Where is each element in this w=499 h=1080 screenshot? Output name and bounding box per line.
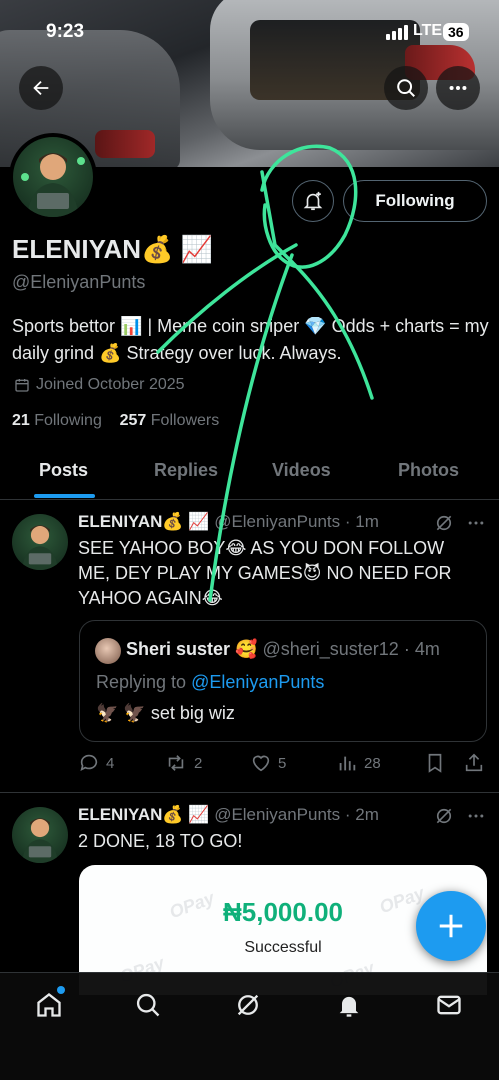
nav-grok[interactable] xyxy=(232,989,264,1021)
arrow-left-icon xyxy=(33,80,49,96)
quote-replying-prefix: Replying to xyxy=(96,672,187,692)
post-text: SEE YAHOO BOY😂 AS YOU DON FOLLOW ME, DEY… xyxy=(78,538,452,608)
mail-icon xyxy=(437,995,461,1015)
notify-button[interactable] xyxy=(292,180,334,222)
reply-count: 4 xyxy=(106,754,115,772)
post-header: ELENIYAN💰 📈 @EleniyanPunts · 1m xyxy=(78,512,379,532)
following-count-link[interactable]: 21 Following xyxy=(12,412,102,429)
home-icon xyxy=(37,993,61,1017)
follow-counts: 21 Following 257 Followers xyxy=(12,412,219,430)
banner-tail-light-left xyxy=(95,130,155,158)
like-count: 5 xyxy=(278,754,287,772)
active-tab-indicator xyxy=(34,494,95,498)
post-divider xyxy=(0,792,499,793)
profile-avatar[interactable] xyxy=(9,133,97,221)
post-more-icon[interactable] xyxy=(466,806,486,826)
views-icon xyxy=(339,756,356,771)
repost-icon xyxy=(168,755,184,771)
avatar-illustration xyxy=(21,818,59,863)
tab-photos[interactable]: Photos xyxy=(398,460,459,481)
nav-messages[interactable] xyxy=(433,989,465,1021)
followers-label: Followers xyxy=(150,412,220,429)
repost-count: 2 xyxy=(194,754,203,772)
tab-posts[interactable]: Posts xyxy=(39,460,88,481)
quoted-post[interactable]: Sheri suster 🥰 @sheri_suster12 · 4m Repl… xyxy=(79,620,487,742)
post-meta: @EleniyanPunts · 1m xyxy=(214,512,379,531)
joined-date: Joined October 2025 xyxy=(14,376,185,394)
post-author[interactable]: ELENIYAN💰 📈 xyxy=(78,512,209,531)
network-type: LTE xyxy=(413,22,443,39)
joined-text: Joined October 2025 xyxy=(36,376,185,393)
bell-plus-icon xyxy=(303,191,323,211)
battery-level: 36 xyxy=(443,23,469,41)
plus-icon xyxy=(439,914,463,938)
tab-videos[interactable]: Videos xyxy=(272,460,331,481)
share-button[interactable] xyxy=(463,752,485,774)
signal-icon xyxy=(386,25,408,40)
post-avatar[interactable] xyxy=(12,514,68,570)
status-time: 9:23 xyxy=(46,21,85,42)
quote-author: Sheri suster 🥰 xyxy=(126,639,258,659)
profile-bio: Sports bettor 📊 | Meme coin sniper 💎 Odd… xyxy=(12,316,489,363)
bottom-navigation xyxy=(0,972,499,1080)
back-button[interactable] xyxy=(19,66,63,110)
like-button[interactable]: 5 xyxy=(250,752,286,774)
post-meta: @EleniyanPunts · 2m xyxy=(214,805,379,824)
grok-icon[interactable] xyxy=(434,513,454,533)
following-count: 21 xyxy=(12,412,30,429)
views-button[interactable]: 28 xyxy=(336,752,381,774)
avatar-illustration xyxy=(21,153,85,217)
grok-icon[interactable] xyxy=(434,806,454,826)
nav-notifications[interactable] xyxy=(333,989,365,1021)
followers-count: 257 xyxy=(119,412,147,429)
quote-replying: Replying to @EleniyanPunts xyxy=(96,672,324,693)
post-author[interactable]: ELENIYAN💰 📈 xyxy=(78,805,209,824)
repost-button[interactable]: 2 xyxy=(164,752,202,774)
avatar-illustration xyxy=(21,525,59,570)
post-text: 2 DONE, 18 TO GO! xyxy=(78,831,243,851)
status-bar: 9:23 LTE 36 xyxy=(0,18,499,46)
views-count: 28 xyxy=(364,754,381,772)
compose-button[interactable] xyxy=(416,891,486,961)
quote-meta: @sheri_suster12 · 4m xyxy=(262,639,440,659)
home-notification-dot xyxy=(57,986,65,994)
profile-name: ELENIYAN💰 📈 xyxy=(12,234,214,264)
post-avatar[interactable] xyxy=(12,807,68,863)
reply-icon xyxy=(80,754,98,771)
heart-icon xyxy=(252,755,270,772)
bell-icon xyxy=(339,996,359,1017)
search-button[interactable] xyxy=(384,66,428,110)
more-icon xyxy=(449,85,467,91)
quote-replying-handle[interactable]: @EleniyanPunts xyxy=(191,672,324,692)
quote-text: 🦅 🦅 set big wiz xyxy=(96,703,235,723)
grok-icon xyxy=(237,994,259,1016)
post-actions: 4 2 5 28 xyxy=(78,750,488,778)
following-label: Following xyxy=(34,412,102,429)
tab-replies[interactable]: Replies xyxy=(154,460,218,481)
following-button[interactable]: Following xyxy=(343,180,487,222)
bookmark-button[interactable] xyxy=(424,752,446,774)
share-icon xyxy=(465,753,483,772)
quote-avatar xyxy=(95,638,121,664)
reply-button[interactable]: 4 xyxy=(78,752,114,774)
post-header: ELENIYAN💰 📈 @EleniyanPunts · 2m xyxy=(78,805,379,825)
quote-header: Sheri suster 🥰 @sheri_suster12 · 4m xyxy=(126,639,440,660)
followers-count-link[interactable]: 257 Followers xyxy=(120,412,220,429)
profile-handle: @EleniyanPunts xyxy=(12,272,146,292)
search-icon xyxy=(397,79,415,97)
search-icon xyxy=(136,993,160,1017)
bookmark-icon xyxy=(428,753,442,773)
more-options-button[interactable] xyxy=(436,66,480,110)
post-more-icon[interactable] xyxy=(466,513,486,533)
nav-search[interactable] xyxy=(132,989,164,1021)
calendar-icon xyxy=(15,379,29,392)
profile-tabs: Posts Replies Videos Photos xyxy=(0,448,499,500)
